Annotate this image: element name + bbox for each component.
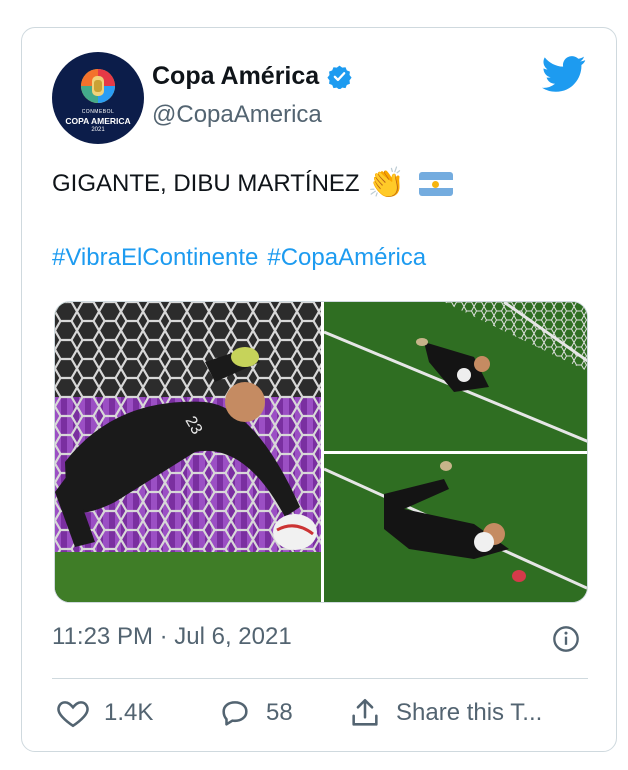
tweet-text: GIGANTE, DIBU MARTÍNEZ 👏: [52, 169, 453, 199]
share-upload-icon: [352, 698, 378, 726]
tweet-text-body: GIGANTE, DIBU MARTÍNEZ: [52, 170, 360, 197]
author-handle[interactable]: @CopaAmerica: [152, 101, 322, 129]
twitter-bird-icon[interactable]: [542, 54, 586, 94]
photo-goalkeeper-dive-wide[interactable]: [324, 302, 587, 451]
display-name[interactable]: Copa América: [152, 62, 319, 91]
photo-goalkeeper-dive-closeup[interactable]: 23: [55, 302, 321, 602]
clapping-hands-icon: 👏: [367, 167, 405, 200]
like-count: 1.4K: [104, 699, 154, 726]
hashtag-link[interactable]: #CopaAmérica: [267, 244, 426, 271]
reply-count: 58: [266, 699, 293, 726]
avatar[interactable]: CONMEBOL COPA AMERICA 2021: [52, 52, 144, 144]
avatar-brand: COPA AMERICA: [65, 116, 131, 126]
tweet-card[interactable]: CONMEBOL COPA AMERICA 2021 Copa América …: [21, 27, 617, 752]
share-label: Share this T...: [396, 699, 543, 726]
reply-bubble-icon: [222, 701, 248, 726]
hashtag-row: #VibraElContinente #CopaAmérica: [52, 244, 435, 272]
author-name-row[interactable]: Copa América: [152, 62, 352, 91]
divider: [52, 678, 588, 679]
reply-button[interactable]: 58: [218, 696, 293, 730]
avatar-year: 2021: [91, 127, 105, 133]
heart-icon: [57, 701, 89, 728]
verified-badge-icon: [327, 65, 352, 89]
media-grid[interactable]: 23: [54, 301, 588, 603]
hashtag-link[interactable]: #VibraElContinente: [52, 244, 258, 271]
argentina-flag-icon: [418, 172, 453, 196]
tweet-timestamp[interactable]: 11:23 PM · Jul 6, 2021: [52, 623, 292, 651]
like-button[interactable]: 1.4K: [56, 696, 153, 730]
share-button[interactable]: Share this T...: [348, 696, 542, 730]
info-icon[interactable]: [552, 625, 580, 653]
photo-goalkeeper-save-ground[interactable]: [324, 454, 587, 602]
avatar-org: CONMEBOL: [81, 109, 115, 115]
